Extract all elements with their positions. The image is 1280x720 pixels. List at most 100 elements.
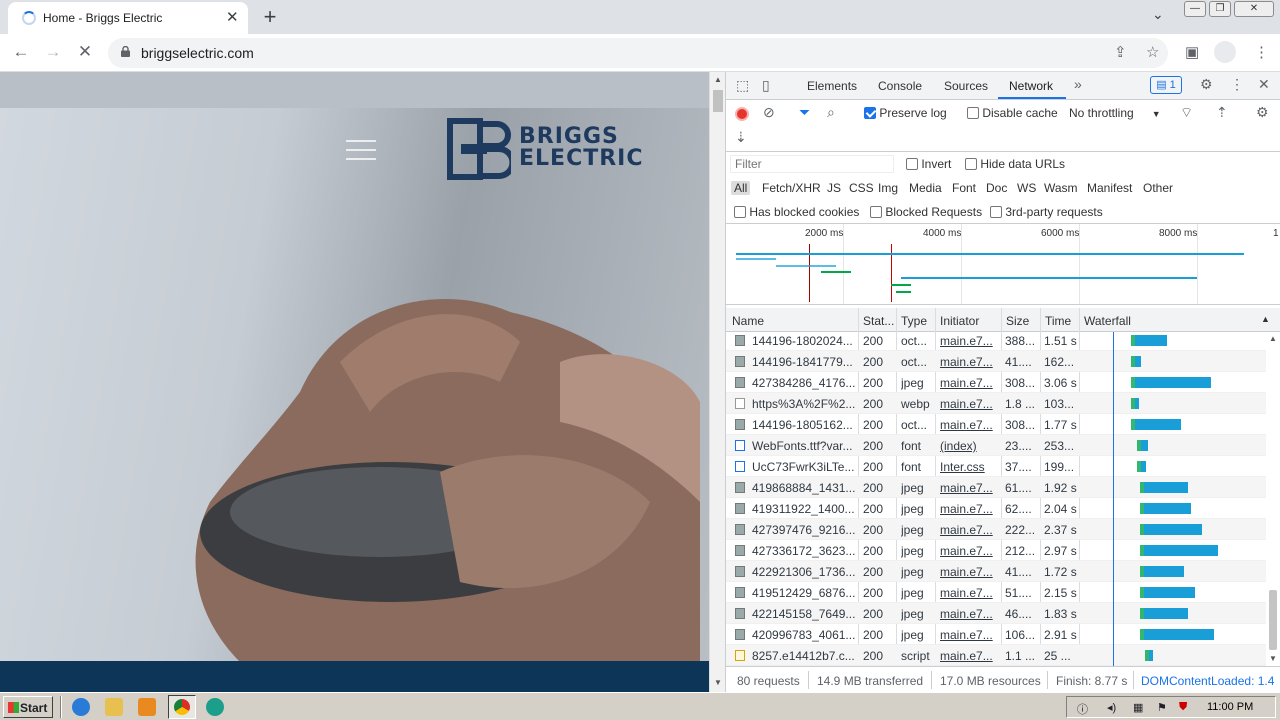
maximize-button[interactable]: ❐ [1209,1,1231,17]
table-row[interactable]: 419512429_6876... 200 jpeg main.e7... 51....… [726,582,1266,603]
disable-cache-checkbox[interactable]: Disable cache [967,106,1058,120]
clock[interactable]: 11:00 PM [1207,701,1253,713]
request-initiator[interactable]: main.e7... [940,334,998,348]
settings-gear-icon[interactable]: ⚙ [1200,76,1213,93]
filter-input[interactable] [730,155,894,173]
column-time[interactable]: Time [1045,314,1071,328]
ie-icon[interactable] [72,698,90,716]
filter-type-all[interactable]: All [731,181,751,195]
preserve-log-checkbox[interactable]: Preserve log [864,106,947,120]
record-icon[interactable] [735,107,749,121]
side-panel-icon[interactable]: ▣ [1185,43,1199,61]
info-icon[interactable]: ⓘ [1077,701,1088,717]
new-tab-button[interactable]: + [260,4,280,30]
filter-type-doc[interactable]: Doc [986,181,1007,195]
filter-funnel-icon[interactable]: ⏷ [799,104,810,121]
table-scrollbar[interactable]: ▲ ▼ [1266,332,1280,666]
search-icon[interactable]: ⌕ [827,104,835,121]
stop-button[interactable]: ✕ [74,42,96,62]
issues-badge[interactable]: ▤ 1 [1150,76,1182,94]
throttling-select[interactable]: No throttling ▼ [1069,106,1161,120]
export-har-icon[interactable]: ⇣ [735,129,747,146]
filter-type-fetch-xhr[interactable]: Fetch/XHR [762,181,821,195]
bookmark-star-icon[interactable]: ☆ [1146,43,1159,61]
filter-type-img[interactable]: Img [878,181,898,195]
filter-type-manifest[interactable]: Manifest [1087,181,1132,195]
tab-network[interactable]: Network [1009,79,1053,93]
table-row[interactable]: 144196-1805162... 200 oct... main.e7... 308.… [726,414,1266,435]
inspect-element-icon[interactable]: ⬚ [736,77,749,94]
profile-avatar[interactable] [1214,41,1236,63]
tab-elements[interactable]: Elements [807,79,857,93]
address-bar[interactable]: briggselectric.com [108,38,1168,68]
table-row[interactable]: UcC73FwrK3iLTe... 200 font Inter.css 37.... 1… [726,456,1266,477]
table-row[interactable]: 8257.e14412b7.c... 200 script main.e7... 1.1… [726,645,1266,666]
menu-kebab-icon[interactable]: ⋮ [1254,43,1269,61]
request-initiator[interactable]: main.e7... [940,544,998,558]
request-initiator[interactable]: main.e7... [940,481,998,495]
filter-type-other[interactable]: Other [1143,181,1173,195]
tab-active[interactable]: Home - Briggs Electric ✕ [8,2,248,34]
table-row[interactable]: 419311922_1400... 200 jpeg main.e7... 62....… [726,498,1266,519]
network-icon[interactable]: ▦ [1133,701,1143,714]
column-name[interactable]: Name [732,314,764,328]
tab-sources[interactable]: Sources [944,79,988,93]
tab-console[interactable]: Console [878,79,922,93]
filter-type-ws[interactable]: WS [1017,181,1036,195]
request-initiator[interactable]: main.e7... [940,418,998,432]
request-initiator[interactable]: main.e7... [940,565,998,579]
network-conditions-icon[interactable]: ⌔ [1180,104,1193,122]
network-settings-icon[interactable]: ⚙ [1256,104,1269,121]
table-row[interactable]: https%3A%2F%2... 200 webp main.e7... 1.8 ...… [726,393,1266,414]
table-scrollbar-thumb[interactable] [1269,590,1277,650]
hamburger-menu-icon[interactable] [346,140,376,160]
request-initiator[interactable]: main.e7... [940,586,998,600]
table-scroll-up-icon[interactable]: ▲ [1269,334,1277,343]
table-row[interactable]: WebFonts.ttf?var... 200 font (index) 23.... 2… [726,435,1266,456]
close-window-button[interactable]: ✕ [1234,1,1274,17]
request-initiator[interactable]: main.e7... [940,502,998,516]
table-row[interactable]: 427397476_9216... 200 jpeg main.e7... 222...… [726,519,1266,540]
start-button[interactable]: Start [3,696,53,718]
more-tabs-icon[interactable]: » [1074,76,1082,92]
filter-type-wasm[interactable]: Wasm [1044,181,1078,195]
column-size[interactable]: Size [1006,314,1029,328]
device-toolbar-icon[interactable]: ▯ [762,77,770,94]
blocked-requests-checkbox[interactable]: Blocked Requests [870,205,982,219]
hide-data-urls-checkbox[interactable]: Hide data URLs [965,157,1065,171]
page-scrollbar-thumb[interactable] [713,90,723,112]
table-row[interactable]: 420996783_4061... 200 jpeg main.e7... 106...… [726,624,1266,645]
filter-type-js[interactable]: JS [827,181,841,195]
column-waterfall[interactable]: Waterfall [1084,314,1131,328]
sort-ascending-icon[interactable]: ▲ [1261,314,1270,324]
request-initiator[interactable]: (index) [940,439,998,453]
request-initiator[interactable]: main.e7... [940,607,998,621]
back-button[interactable]: ← [10,42,32,62]
request-initiator[interactable]: Inter.css [940,460,998,474]
forward-button[interactable]: → [42,42,64,62]
page-scrollbar[interactable]: ▲ ▼ [709,72,725,692]
security-shield-icon[interactable]: ⛊ [1179,701,1187,714]
invert-checkbox[interactable]: Invert [906,157,951,171]
scroll-down-arrow-icon[interactable]: ▼ [714,678,722,687]
table-row[interactable]: 427384286_4176... 200 jpeg main.e7... 308...… [726,372,1266,393]
third-party-checkbox[interactable]: 3rd-party requests [990,205,1103,219]
edge-icon[interactable] [206,698,224,716]
filter-type-font[interactable]: Font [952,181,976,195]
blocked-cookies-checkbox[interactable]: Has blocked cookies [734,205,859,219]
table-row[interactable]: 419868884_1431... 200 jpeg main.e7... 61....… [726,477,1266,498]
network-overview-timeline[interactable]: 2000 ms 4000 ms 6000 ms 8000 ms 1 [726,224,1280,305]
request-initiator[interactable]: main.e7... [940,628,998,642]
request-initiator[interactable]: main.e7... [940,355,998,369]
filter-type-css[interactable]: CSS [849,181,874,195]
table-row[interactable]: 144196-1802024... 200 oct... main.e7... 388.… [726,330,1266,351]
request-initiator[interactable]: main.e7... [940,649,998,663]
column-type[interactable]: Type [901,314,927,328]
table-row[interactable]: 422145158_7649... 200 jpeg main.e7... 46....… [726,603,1266,624]
table-row[interactable]: 144196-1841779... 200 oct... main.e7... 41..… [726,351,1266,372]
column-status[interactable]: Stat... [863,314,894,328]
flag-alert-icon[interactable]: ⚑ [1157,701,1167,714]
chrome-taskbar-button[interactable] [168,695,196,719]
table-row[interactable]: 422921306_1736... 200 jpeg main.e7... 41....… [726,561,1266,582]
clear-icon[interactable]: ⊘ [763,104,775,121]
